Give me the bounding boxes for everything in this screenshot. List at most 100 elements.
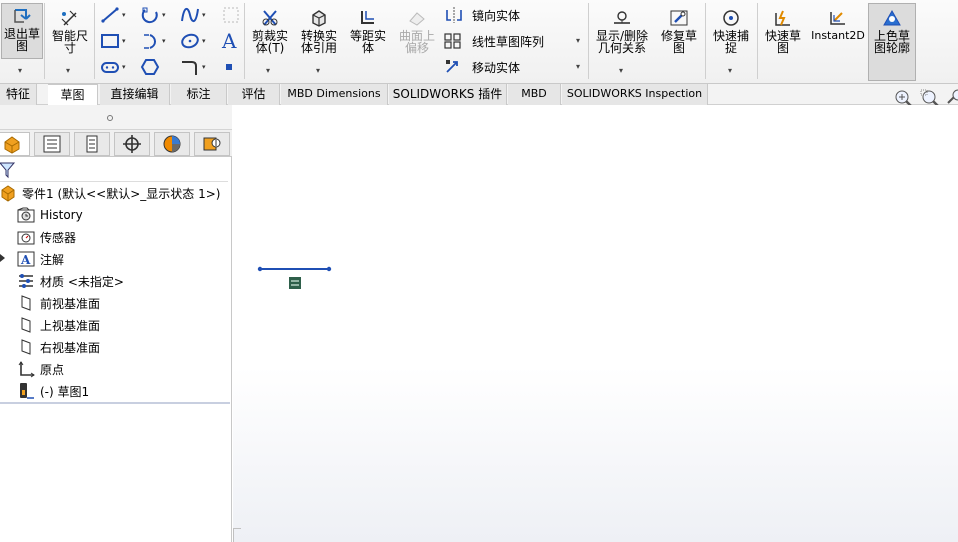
tab-solidworks-addins[interactable]: SOLIDWORKS 插件 (389, 84, 507, 105)
sketch-line-endpoint[interactable] (257, 266, 263, 272)
tree-item-sensors[interactable]: 传感器 (16, 227, 76, 247)
sketch-line-endpoint[interactable] (326, 266, 332, 272)
quick-snaps-dropdown[interactable]: ▾ (728, 66, 732, 75)
spline-icon (181, 7, 199, 23)
origin-icon (16, 360, 36, 378)
plane-icon (16, 294, 36, 312)
displaymanager-tab[interactable] (154, 132, 190, 156)
annotations-icon: A (16, 250, 36, 268)
propertymanager-tab[interactable] (34, 132, 70, 156)
fillet-tool[interactable]: ▾ (180, 58, 206, 76)
cam-tab[interactable] (194, 132, 230, 156)
featuremanager-tab[interactable] (0, 132, 30, 156)
arc-icon (144, 34, 156, 49)
smart-dimension-button[interactable]: 智能尺 寸 (48, 8, 92, 54)
ellipse-tool[interactable]: ▾ (180, 32, 206, 50)
tab-markup[interactable]: 标注 (171, 84, 227, 105)
panel-grip[interactable] (0, 105, 232, 129)
plane-icon (16, 338, 36, 356)
graphics-area[interactable] (233, 105, 958, 542)
trim-dropdown[interactable]: ▾ (266, 66, 270, 75)
smart-dimension-dropdown[interactable]: ▾ (66, 66, 70, 75)
plane-icon (16, 316, 36, 334)
circle-icon (141, 7, 158, 24)
circle-tool[interactable]: ▾ (140, 6, 166, 24)
move-entities-button[interactable]: 移动实体 (444, 58, 520, 76)
point-tool[interactable] (225, 63, 235, 73)
rectangle-icon (101, 34, 119, 48)
rectangle-caret-icon[interactable]: ▾ (122, 37, 126, 45)
tree-item-label: 右视基准面 (40, 340, 101, 355)
spline-caret-icon[interactable]: ▾ (202, 11, 206, 19)
dimxpertmanager-tab[interactable] (114, 132, 150, 156)
fillet-icon (182, 61, 197, 75)
exit-sketch-dropdown[interactable]: ▾ (18, 66, 22, 75)
shaded-sketch-contours-button[interactable]: 上色草 图轮廓 (868, 8, 916, 54)
tab-sketch[interactable]: 草图 (48, 84, 98, 105)
tab-evaluate[interactable]: 评估 (228, 84, 280, 105)
instant2d-button[interactable]: Instant2D (810, 8, 866, 42)
tree-item-right-plane[interactable]: 右视基准面 (16, 337, 100, 357)
linear-pattern-icon (444, 33, 461, 49)
offset-entities-button[interactable]: 等距实 体 (346, 8, 390, 54)
tree-item-annotations[interactable]: A 注解 (16, 249, 64, 269)
tree-item-material[interactable]: 材质 <未指定> (16, 271, 124, 291)
convert-dropdown[interactable]: ▾ (316, 66, 320, 75)
tree-item-sketch1[interactable]: (-) 草图1 (16, 381, 89, 401)
mirror-entities-button[interactable]: 镜向实体 (444, 6, 520, 24)
offset-on-surface-button[interactable]: 曲面上 偏移 (395, 8, 439, 54)
fillet-caret-icon[interactable]: ▾ (202, 63, 206, 71)
relations-icon (611, 8, 633, 28)
tree-item-label: 注解 (40, 252, 65, 267)
rapid-sketch-button[interactable]: 快速草 图 (761, 8, 805, 54)
rectangle-tool[interactable]: ▾ (100, 32, 126, 50)
arc-caret-icon[interactable]: ▾ (162, 37, 166, 45)
manager-tabs (0, 129, 232, 157)
tree-item-top-plane[interactable]: 上视基准面 (16, 315, 100, 335)
arc-tool[interactable]: ▾ (140, 32, 166, 50)
tab-mbd[interactable]: MBD (508, 84, 561, 105)
tab-features[interactable]: 特征 (0, 84, 37, 105)
convert-icon (308, 8, 330, 28)
trim-entities-button[interactable]: 剪裁实 体(T) (248, 8, 292, 54)
quick-snaps-label: 快速捕 捉 (712, 29, 749, 55)
exit-sketch-label: 退出草 图 (3, 27, 40, 53)
polygon-tool[interactable] (140, 58, 160, 76)
display-relations-dropdown[interactable]: ▾ (619, 66, 623, 75)
repair-sketch-button[interactable]: 修复草 图 (657, 8, 701, 54)
quick-snaps-button[interactable]: 快速捕 捉 (709, 8, 753, 54)
plane-tool[interactable] (222, 6, 240, 24)
tab-mbd-dimensions[interactable]: MBD Dimensions (281, 84, 388, 105)
display-relations-button[interactable]: 显示/删除 几何关系 (592, 8, 652, 54)
line-tool[interactable]: ▾ (100, 6, 126, 24)
tree-rollback-bar[interactable] (0, 402, 230, 404)
linear-pattern-dropdown[interactable]: ▾ (576, 36, 580, 45)
linear-pattern-button[interactable]: 线性草图阵列 (444, 32, 544, 50)
featuremanager-tree-icon (4, 136, 20, 154)
expand-arrow-icon[interactable] (0, 253, 6, 263)
tab-direct-editing[interactable]: 直接编辑 (100, 84, 170, 105)
tree-item-label: 上视基准面 (40, 318, 101, 333)
tab-solidworks-inspection[interactable]: SOLIDWORKS Inspection (562, 84, 708, 105)
exit-sketch-button[interactable]: 退出草 图 (0, 6, 44, 52)
tree-item-front-plane[interactable]: 前视基准面 (16, 293, 100, 313)
tree-item-origin[interactable]: 原点 (16, 359, 64, 379)
text-tool[interactable]: A (220, 30, 240, 52)
tree-item-history[interactable]: History (16, 205, 83, 225)
move-dropdown[interactable]: ▾ (576, 62, 580, 71)
spline-tool[interactable]: ▾ (180, 6, 206, 24)
line-caret-icon[interactable]: ▾ (122, 11, 126, 19)
command-manager: 退出草 图 ▾ 智能尺 寸 ▾ ▾ ▾ ▾ ▾ ▾ ▾ ▾ ▾ A 剪裁实 体(… (0, 0, 958, 84)
text-icon: A (221, 30, 237, 52)
point-icon (226, 64, 232, 70)
convert-entities-button[interactable]: 转换实 体引用 (296, 8, 342, 54)
ellipse-caret-icon[interactable]: ▾ (202, 37, 206, 45)
tree-item-label: History (40, 208, 83, 222)
part-root-node[interactable]: 零件1 (默认<<默认>_显示状态 1>) (0, 183, 220, 203)
circle-caret-icon[interactable]: ▾ (162, 11, 166, 19)
slot-tool[interactable]: ▾ (100, 58, 126, 76)
configurationmanager-tab[interactable] (74, 132, 110, 156)
tree-filter[interactable] (0, 158, 228, 182)
sketch-canvas[interactable] (233, 105, 958, 542)
slot-caret-icon[interactable]: ▾ (122, 63, 126, 71)
